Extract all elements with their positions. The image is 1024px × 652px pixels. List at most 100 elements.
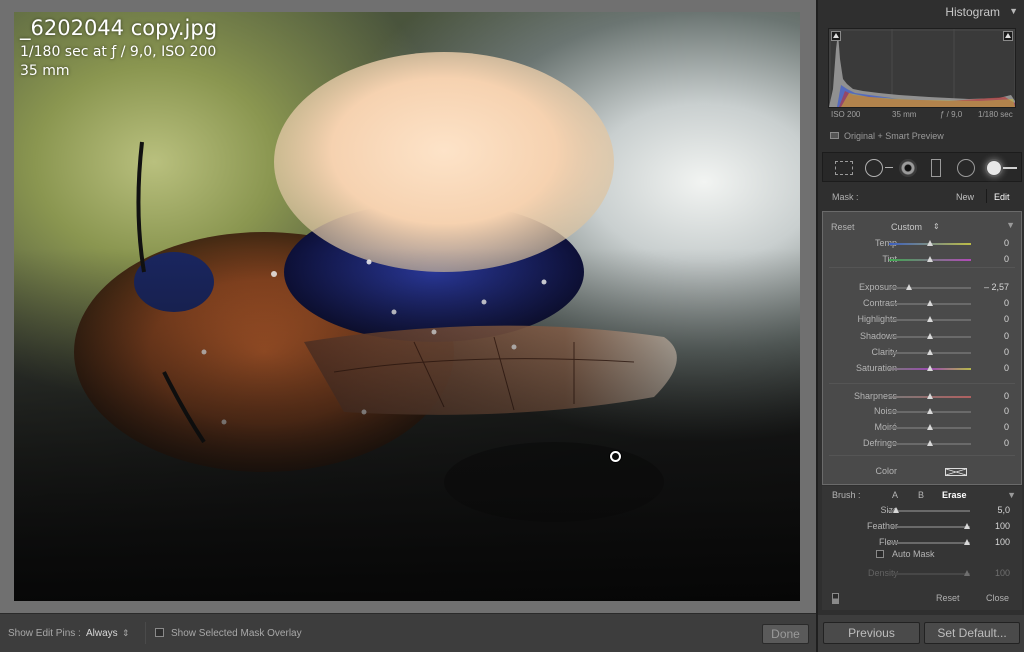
radial-filter-icon[interactable] — [957, 159, 975, 177]
histogram-header[interactable]: Histogram ▼ — [818, 0, 1024, 24]
mask-row: Mask : New Edit — [822, 185, 1022, 209]
defringe-slider[interactable] — [889, 440, 971, 446]
density-slider[interactable] — [888, 570, 970, 576]
shadows-value[interactable]: 0 — [1004, 331, 1009, 341]
set-default-button[interactable]: Set Default... — [924, 622, 1020, 644]
density-value[interactable]: 100 — [995, 568, 1010, 578]
brush-tab-a[interactable]: A — [892, 490, 898, 500]
photo-canvas-area[interactable]: _6202044 copy.jpg 1/180 sec at ƒ / 9,0, … — [0, 0, 816, 613]
exposure-value[interactable]: – 2,57 — [984, 282, 1009, 292]
temp-value[interactable]: 0 — [1004, 238, 1009, 248]
slider-thumb[interactable] — [963, 539, 970, 545]
shadows-slider[interactable] — [889, 333, 971, 339]
done-button[interactable]: Done — [762, 624, 809, 644]
photo-filename-overlay: _6202044 copy.jpg — [20, 16, 218, 40]
moire-slider[interactable] — [889, 424, 971, 430]
highlights-value[interactable]: 0 — [1004, 314, 1009, 324]
group-separator — [829, 383, 1015, 384]
contrast-slider[interactable] — [889, 300, 971, 306]
exposure-slider[interactable] — [889, 284, 971, 290]
brush-size-slider[interactable] — [888, 507, 970, 513]
brush-feather-value[interactable]: 100 — [995, 521, 1010, 531]
mask-label: Mask : — [832, 192, 859, 202]
adjustment-brush-icon[interactable] — [987, 161, 1001, 175]
contrast-value[interactable]: 0 — [1004, 298, 1009, 308]
dropdown-arrows-icon[interactable]: ⇕ — [933, 222, 940, 231]
slider-thumb[interactable] — [963, 570, 970, 576]
slider-thumb[interactable] — [927, 440, 933, 446]
slider-thumb[interactable] — [927, 393, 933, 399]
close-button[interactable]: Close — [986, 593, 1009, 603]
collapse-triangle-icon[interactable]: ▼ — [1007, 490, 1016, 500]
toolbar-divider — [145, 622, 146, 644]
tint-value[interactable]: 0 — [1004, 254, 1009, 264]
group-separator — [829, 455, 1015, 456]
histogram-graph[interactable] — [828, 28, 1016, 108]
slider-thumb[interactable] — [905, 284, 912, 290]
saturation-slider[interactable] — [889, 365, 971, 371]
mask-new-button[interactable]: New — [956, 192, 974, 202]
slider-thumb[interactable] — [927, 256, 933, 262]
mask-edit-button[interactable]: Edit — [994, 192, 1010, 202]
highlight-clipping-icon[interactable] — [1003, 31, 1013, 41]
slider-thumb[interactable] — [927, 300, 933, 306]
mask-overlay-checkbox[interactable] — [155, 628, 164, 637]
mask-overlay-label[interactable]: Show Selected Mask Overlay — [171, 628, 302, 639]
show-edit-pins-dropdown[interactable]: Always — [86, 628, 118, 639]
slider-thumb[interactable] — [927, 349, 933, 355]
sharpness-slider[interactable] — [889, 393, 971, 399]
panel-footer: Reset Close — [822, 586, 1022, 610]
brush-feather-slider[interactable] — [888, 523, 970, 529]
shadow-clipping-icon[interactable] — [831, 31, 841, 41]
panel-switch-icon[interactable] — [832, 593, 839, 604]
brush-flow-slider[interactable] — [888, 539, 970, 545]
highlights-slider[interactable] — [889, 316, 971, 322]
photo-image[interactable]: _6202044 copy.jpg 1/180 sec at ƒ / 9,0, … — [14, 12, 800, 601]
dropdown-arrows-icon[interactable]: ⇕ — [122, 628, 130, 639]
slider-thumb[interactable] — [963, 523, 970, 529]
clarity-value[interactable]: 0 — [1004, 347, 1009, 357]
auto-mask-label[interactable]: Auto Mask — [892, 549, 935, 559]
moire-value[interactable]: 0 — [1004, 422, 1009, 432]
brush-size-value[interactable]: 5,0 — [997, 505, 1010, 515]
slider-thumb[interactable] — [927, 408, 933, 414]
brush-tab-b[interactable]: B — [918, 490, 924, 500]
clarity-slider[interactable] — [889, 349, 971, 355]
slider-thumb[interactable] — [927, 333, 933, 339]
smart-preview-icon — [830, 132, 839, 139]
reset-button[interactable]: Reset — [936, 593, 960, 603]
noise-value[interactable]: 0 — [1004, 406, 1009, 416]
brush-cursor-icon[interactable] — [610, 451, 621, 462]
brush-flow-value[interactable]: 100 — [995, 537, 1010, 547]
tool-strip — [822, 152, 1022, 182]
panel-bottom-buttons: Previous Set Default... — [818, 615, 1024, 652]
auto-mask-checkbox[interactable] — [876, 550, 884, 558]
noise-slider[interactable] — [889, 408, 971, 414]
slider-thumb[interactable] — [927, 316, 933, 322]
collapse-triangle-icon[interactable]: ▼ — [1009, 6, 1018, 16]
color-swatch[interactable] — [945, 468, 967, 476]
graduated-filter-icon[interactable] — [931, 159, 941, 177]
previous-button[interactable]: Previous — [823, 622, 920, 644]
collapse-triangle-icon[interactable]: ▼ — [1006, 220, 1015, 230]
slider-thumb[interactable] — [927, 240, 933, 246]
red-eye-correction-icon[interactable] — [899, 159, 917, 177]
defringe-value[interactable]: 0 — [1004, 438, 1009, 448]
photo-vignette — [14, 247, 800, 601]
histogram-focal: 35 mm — [892, 110, 917, 119]
effect-reset-label[interactable]: Reset — [831, 222, 855, 232]
bottom-toolbar: Show Edit Pins : Always ⇕ Show Selected … — [0, 613, 816, 652]
effect-preset-dropdown[interactable]: Custom — [891, 222, 922, 232]
spot-removal-icon[interactable] — [865, 159, 883, 177]
tint-slider[interactable] — [889, 256, 971, 262]
slider-thumb[interactable] — [927, 424, 933, 430]
saturation-value[interactable]: 0 — [1004, 363, 1009, 373]
slider-thumb[interactable] — [927, 365, 933, 371]
crop-overlay-icon[interactable] — [835, 161, 853, 175]
temp-slider[interactable] — [889, 240, 971, 246]
histogram-shutter: 1/180 sec — [978, 110, 1013, 119]
slider-thumb[interactable] — [893, 507, 900, 513]
sharpness-value[interactable]: 0 — [1004, 391, 1009, 401]
photo-focal-overlay: 35 mm — [20, 63, 70, 79]
brush-tab-erase[interactable]: Erase — [942, 490, 967, 500]
